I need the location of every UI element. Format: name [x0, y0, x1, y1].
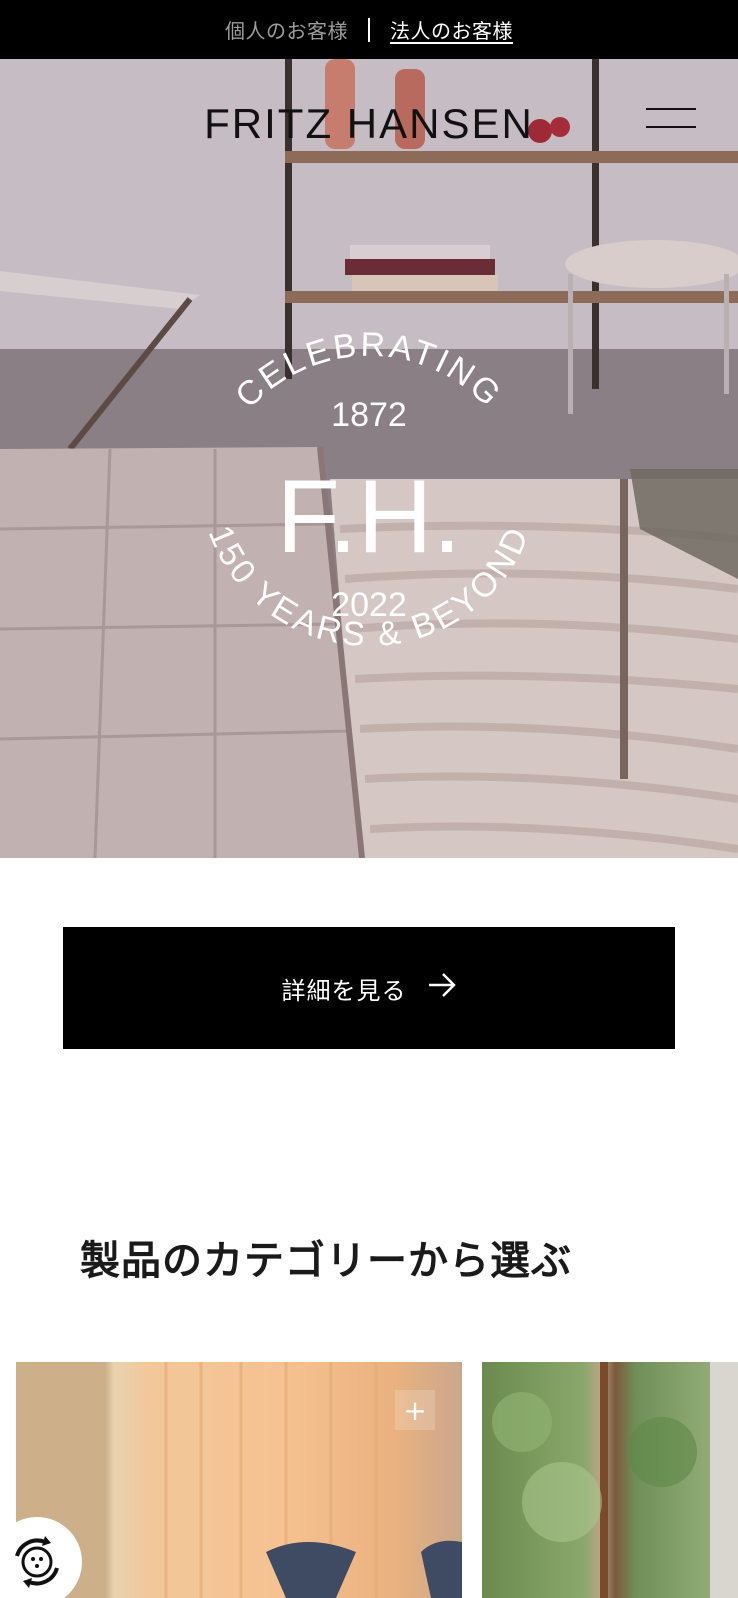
customer-type-bar: 個人のお客様 法人のお客様 [0, 0, 738, 59]
personal-customers-link[interactable]: 個人のお客様 [225, 15, 348, 44]
arrow-right-icon [427, 972, 457, 1004]
badge-monogram: F.H. [277, 459, 462, 575]
category-section-title: 製品のカテゴリーから選ぶ [80, 1238, 572, 1284]
topbar-divider [368, 17, 370, 42]
hamburger-icon-line [646, 126, 696, 128]
menu-button[interactable] [646, 105, 696, 131]
category-card-2-image [492, 1362, 738, 1598]
fh-150-anniversary-logo: CELEBRATING 150 YEARS & BEYOND 1872 F.H.… [201, 326, 535, 655]
category-card-2[interactable] [482, 1362, 738, 1598]
badge-year-start: 1872 [331, 396, 407, 434]
hamburger-icon [646, 108, 696, 110]
hero-banner[interactable]: CELEBRATING 150 YEARS & BEYOND 1872 F.H.… [0, 59, 738, 858]
business-customers-link[interactable]: 法人のお客様 [390, 15, 513, 44]
view-details-button[interactable]: 詳細を見る [63, 927, 675, 1049]
brand-logo[interactable]: FRITZ HANSEN [0, 100, 738, 148]
badge-year-end: 2022 [331, 586, 407, 624]
cookie-settings-icon [15, 1536, 59, 1588]
plus-icon[interactable]: + [395, 1390, 435, 1430]
view-details-label: 詳細を見る [281, 976, 407, 1005]
